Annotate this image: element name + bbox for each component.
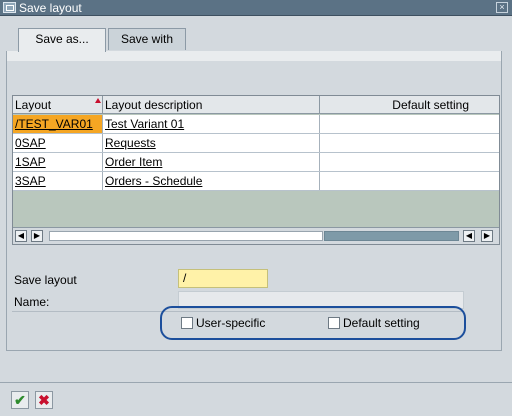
default-cell [320,172,499,190]
panel-top-strip [7,51,501,61]
confirm-button[interactable]: ✔ [11,391,29,409]
layout-table: Layout Layout description Default settin… [12,95,500,245]
window-icon [3,2,16,13]
table-row[interactable]: 1SAP Order Item [13,153,499,172]
horizontal-scrollbar[interactable]: ◀ ▶ ◀ ▶ [13,227,499,244]
column-header-default-setting[interactable]: Default setting [320,96,499,114]
layout-cell[interactable]: 0SAP [13,134,103,152]
default-cell [320,134,499,152]
title-bar: Save layout × [0,0,512,16]
window-title: Save layout [19,1,82,15]
description-cell[interactable]: Order Item [103,153,320,171]
scroll-right-icon[interactable]: ▶ [31,230,43,242]
tab-save-with[interactable]: Save with [108,28,186,50]
column-header-layout[interactable]: Layout [13,96,103,114]
scroll-left-icon[interactable]: ◀ [463,230,475,242]
tab-save-as[interactable]: Save as... [18,28,106,52]
cancel-button[interactable]: ✖ [35,391,53,409]
column-header-description[interactable]: Layout description [103,96,320,114]
scroll-track-right[interactable] [324,231,459,241]
layout-cell[interactable]: 1SAP [13,153,103,171]
save-layout-label: Save layout [14,273,77,287]
close-button[interactable]: × [496,2,508,13]
footer-separator [0,382,512,383]
name-label: Name: [14,295,50,309]
highlight-outline [160,306,466,340]
table-rows: /TEST_VAR01 Test Variant 01 0SAP Request… [13,115,499,191]
description-cell[interactable]: Test Variant 01 [103,115,320,133]
default-cell [320,153,499,171]
scroll-right-icon[interactable]: ▶ [481,230,493,242]
table-row[interactable]: /TEST_VAR01 Test Variant 01 [13,115,499,134]
save-layout-input[interactable]: / [178,269,268,288]
table-header: Layout Layout description Default settin… [13,96,499,114]
description-cell[interactable]: Orders - Schedule [103,172,320,190]
description-cell[interactable]: Requests [103,134,320,152]
table-row[interactable]: 3SAP Orders - Schedule [13,172,499,191]
layout-cell[interactable]: 3SAP [13,172,103,190]
layout-cell[interactable]: /TEST_VAR01 [13,115,103,133]
scroll-track-left[interactable] [49,231,323,241]
scroll-left-icon[interactable]: ◀ [15,230,27,242]
sort-indicator-icon [95,98,101,103]
table-row[interactable]: 0SAP Requests [13,134,499,153]
default-cell [320,115,499,133]
